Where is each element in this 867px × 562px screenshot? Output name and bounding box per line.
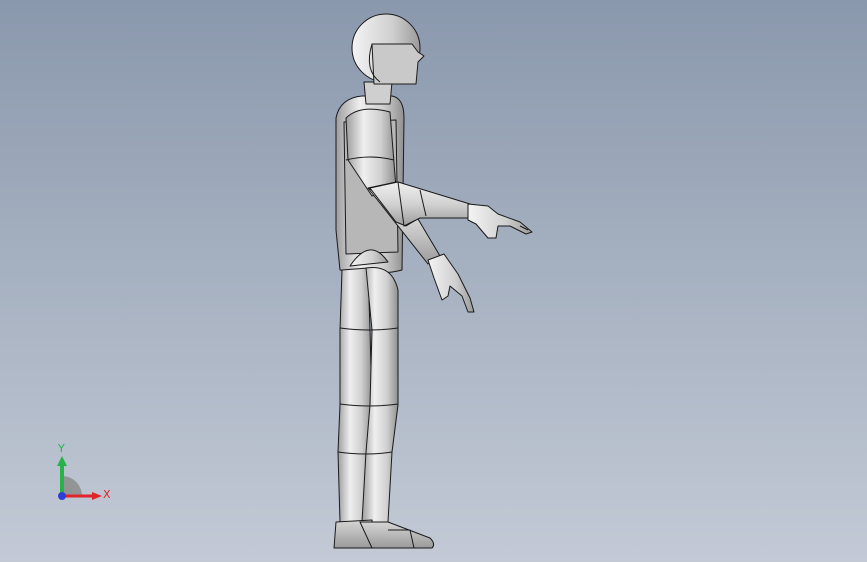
rotation-indicator	[62, 476, 82, 496]
3d-viewport[interactable]: Y X	[0, 0, 867, 562]
humanoid-model[interactable]	[0, 0, 867, 562]
front-hand	[467, 203, 533, 239]
axis-triad: Y X	[57, 442, 111, 501]
z-axis-dot	[58, 492, 66, 500]
front-forearm	[397, 181, 471, 227]
front-foot	[359, 521, 435, 549]
x-axis-label: X	[103, 488, 111, 501]
neck	[363, 81, 393, 105]
x-arrow	[92, 492, 102, 500]
face-plate	[371, 43, 425, 85]
y-axis-label: Y	[57, 442, 65, 455]
back-hand	[427, 253, 475, 313]
y-arrow	[57, 456, 67, 466]
